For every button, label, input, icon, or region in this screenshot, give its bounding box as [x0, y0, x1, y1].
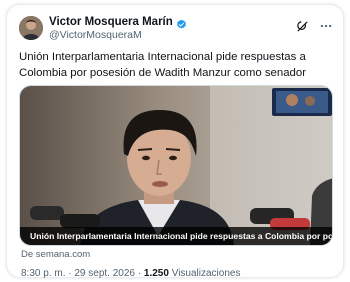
meta-separator: · — [137, 268, 142, 279]
views-count: 1.250 — [143, 268, 169, 279]
views-label: Visualizaciones — [171, 268, 241, 279]
tweet-meta: 8:30 p. m. · 29 sept. 2026 · 1.250 Visua… — [21, 268, 240, 279]
tweet-text: Unión Interparlamentaria Internacional p… — [19, 51, 307, 79]
more-dots-icon[interactable] — [319, 19, 333, 33]
author-avatar[interactable] — [19, 16, 43, 40]
link-card-media[interactable]: Unión Interparlamentaria Internacional p… — [19, 85, 333, 246]
author-name-line: Victor Mosquera Marín — [49, 16, 187, 28]
tweet-date[interactable]: 29 sept. 2026 — [74, 268, 135, 279]
tweet-card: Victor Mosquera Marín @VictorMosqueraM U… — [6, 4, 344, 279]
tweet-header: Victor Mosquera Marín @VictorMosqueraM — [19, 15, 333, 41]
meta-separator: · — [68, 268, 72, 279]
author-handle[interactable]: @VictorMosqueraM — [49, 29, 142, 41]
header-actions — [295, 19, 333, 33]
grok-icon[interactable] — [295, 19, 309, 33]
author-name[interactable]: Victor Mosquera Marín — [49, 16, 173, 28]
news-photo — [20, 86, 332, 245]
link-card-caption: Unión Interparlamentaria Internacional p… — [20, 227, 332, 245]
link-source[interactable]: De semana.com — [21, 249, 90, 260]
tweet-time[interactable]: 8:30 p. m. — [21, 268, 65, 279]
verified-badge-icon — [176, 17, 187, 28]
